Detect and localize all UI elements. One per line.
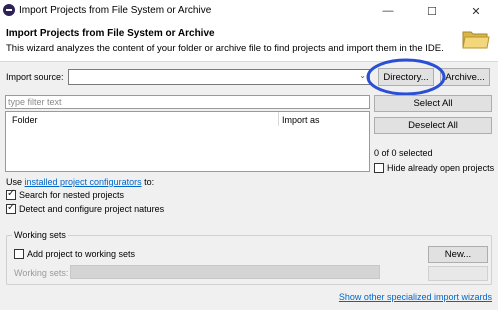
new-working-set-button[interactable]: New...	[428, 246, 488, 263]
specialized-import-link[interactable]: Show other specialized import wizards	[339, 292, 492, 302]
maximize-button[interactable]: ☐	[410, 0, 454, 22]
working-sets-label: Working sets:	[14, 268, 69, 278]
configurators-link[interactable]: installed project configurators	[25, 177, 142, 187]
import-source-combo[interactable]: ⌄	[68, 69, 370, 85]
hide-open-label: Hide already open projects	[387, 163, 495, 173]
wizard-description: This wizard analyzes the content of your…	[6, 43, 444, 54]
column-header-folder[interactable]: Folder	[12, 115, 38, 125]
working-sets-combo[interactable]	[70, 265, 380, 279]
folder-icon	[462, 31, 490, 49]
use-prefix: Use	[6, 177, 25, 187]
close-button[interactable]: ✕	[454, 0, 498, 22]
use-suffix: to:	[141, 177, 155, 187]
window-title: Import Projects from File System or Arch…	[19, 5, 212, 16]
wizard-title: Import Projects from File System or Arch…	[6, 28, 215, 39]
working-sets-group-label: Working sets	[12, 230, 68, 240]
filter-placeholder: type filter text	[8, 97, 62, 107]
add-to-working-sets-label: Add project to working sets	[27, 249, 136, 259]
minimize-button[interactable]: —	[366, 0, 410, 22]
deselect-all-button[interactable]: Deselect All	[374, 117, 492, 134]
detect-configure-label: Detect and configure project natures	[19, 204, 165, 214]
select-working-sets-button[interactable]	[428, 266, 488, 281]
search-nested-checkbox[interactable]	[6, 188, 16, 200]
column-divider	[278, 112, 279, 126]
add-to-working-sets-checkbox[interactable]	[14, 249, 24, 259]
selected-count: 0 of 0 selected	[374, 148, 433, 158]
hide-open-checkbox[interactable]	[374, 163, 384, 173]
configurators-line: Use installed project configurators to:	[6, 177, 154, 187]
import-source-label: Import source:	[6, 72, 64, 82]
eclipse-app-icon	[3, 4, 15, 16]
detect-configure-checkbox[interactable]	[6, 202, 16, 214]
projects-table[interactable]: Folder Import as	[5, 111, 370, 172]
search-nested-label: Search for nested projects	[19, 190, 125, 200]
column-header-import-as[interactable]: Import as	[282, 115, 320, 125]
filter-input[interactable]: type filter text	[5, 95, 370, 109]
chevron-down-icon[interactable]: ⌄	[359, 71, 366, 80]
select-all-button[interactable]: Select All	[374, 95, 492, 112]
highlight-circle	[366, 58, 446, 96]
archive-button[interactable]: Archive...	[440, 68, 490, 86]
